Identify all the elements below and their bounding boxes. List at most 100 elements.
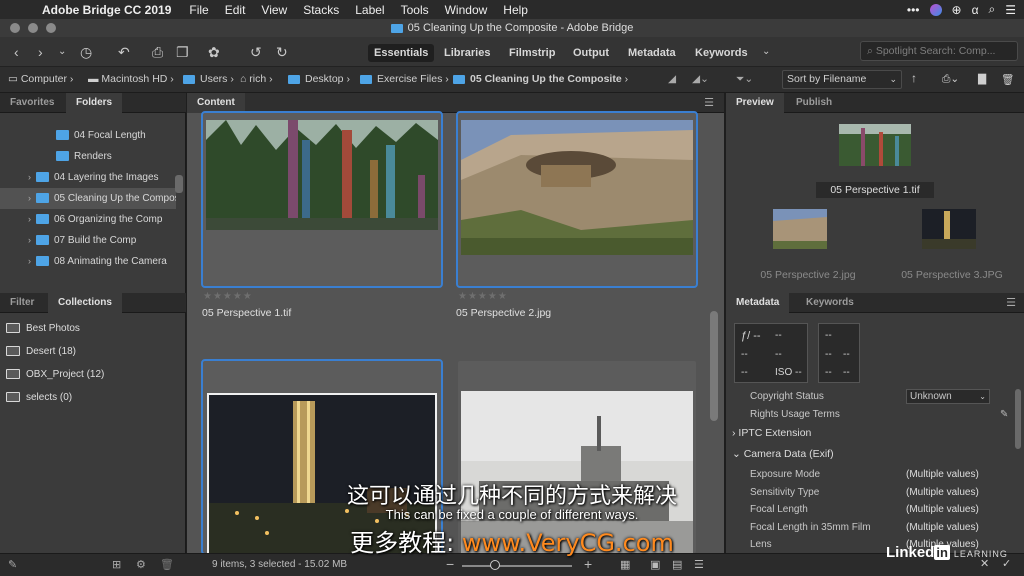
adobe-cc-icon[interactable]: α	[972, 3, 979, 17]
disclosure-triangle-icon[interactable]: ›	[28, 230, 38, 251]
search-input[interactable]: ⌕ Spotlight Search: Comp...	[860, 41, 1018, 61]
quality-icon[interactable]: ◢	[668, 73, 676, 85]
content-scrollbar[interactable]	[710, 311, 718, 421]
pencil-icon[interactable]: ✎	[1000, 406, 1008, 423]
more-icon[interactable]: •••	[907, 3, 920, 17]
section-camera-data[interactable]: ⌄ Camera Data (Exif)	[732, 445, 834, 463]
folder-item[interactable]: › 04 Layering the Images	[0, 167, 176, 188]
tab-filmstrip[interactable]: Filmstrip	[503, 44, 561, 62]
siri-icon[interactable]	[929, 3, 942, 16]
crumb-computer[interactable]: ▭ Computer ›	[8, 73, 73, 85]
tab-publish[interactable]: Publish	[786, 93, 842, 113]
tab-favorites[interactable]: Favorites	[0, 93, 64, 113]
tab-filter[interactable]: Filter	[0, 293, 44, 313]
tab-preview[interactable]: Preview	[726, 93, 784, 113]
tab-content[interactable]: Content	[187, 93, 245, 113]
crumb-users[interactable]: Users ›	[183, 73, 234, 85]
trash-icon[interactable]: 🗑	[160, 558, 174, 571]
disclosure-triangle-icon[interactable]: ›	[28, 167, 38, 188]
tab-metadata[interactable]: Metadata	[622, 44, 682, 62]
app-menu[interactable]: Adobe Bridge CC 2019	[42, 3, 171, 17]
copyright-status-select[interactable]: Unknown ⌄	[906, 389, 990, 404]
pencil-icon[interactable]: ✎	[8, 558, 17, 571]
sort-select[interactable]: Sort by Filename ⌄	[782, 70, 902, 89]
disclosure-triangle-icon[interactable]: ›	[28, 251, 38, 272]
tab-output[interactable]: Output	[567, 44, 615, 62]
preview-thumb-2[interactable]	[773, 209, 827, 249]
refine-icon[interactable]: ❐	[176, 44, 189, 60]
zoom-out-icon[interactable]: −	[446, 556, 454, 572]
new-smart-collection-icon[interactable]: ⚙	[136, 558, 146, 571]
panel-menu-icon[interactable]: ☰	[1006, 296, 1016, 309]
disclosure-triangle-icon[interactable]: ›	[28, 209, 38, 230]
metadata-scrollbar[interactable]	[1015, 389, 1021, 449]
zoom-window-button[interactable]	[46, 23, 56, 33]
sort-direction-icon[interactable]: ↑	[911, 71, 917, 85]
menu-label[interactable]: Label	[355, 3, 384, 17]
new-collection-icon[interactable]: ⊞	[112, 558, 121, 571]
trash-icon[interactable]: 🗑	[1001, 73, 1014, 86]
folder-item[interactable]: › 05 Cleaning Up the Composite	[0, 188, 176, 209]
menu-view[interactable]: View	[261, 3, 287, 17]
folder-item[interactable]: › 06 Organizing the Comp	[0, 209, 176, 230]
slider-handle[interactable]	[490, 560, 500, 570]
back-icon[interactable]: ‹	[14, 44, 19, 60]
list-menu-icon[interactable]: ☰	[1005, 3, 1016, 17]
filter-icon[interactable]: ⏷⌄	[736, 73, 753, 86]
menu-window[interactable]: Window	[445, 3, 488, 17]
creative-cloud-icon[interactable]: ✿	[208, 44, 220, 60]
new-folder-icon[interactable]: ▇	[978, 73, 986, 85]
boomerang-icon[interactable]: ↶	[118, 44, 130, 60]
crumb-current-folder[interactable]: 05 Cleaning Up the Composite ›	[453, 73, 628, 85]
crumb-desktop[interactable]: Desktop ›	[288, 73, 350, 85]
crumb-exercise-files[interactable]: Exercise Files ›	[360, 73, 449, 85]
preview-main-image[interactable]	[839, 124, 911, 166]
thumbnail-label[interactable]: 05 Perspective 1.tif	[202, 307, 291, 319]
chevron-down-icon[interactable]: ⌄	[58, 44, 66, 60]
folder-item[interactable]: 04 Focal Length	[0, 125, 176, 146]
view-details-icon[interactable]: ▤	[672, 558, 682, 571]
rotate-left-icon[interactable]: ↺	[250, 44, 262, 60]
menu-tools[interactable]: Tools	[401, 3, 429, 17]
tab-essentials[interactable]: Essentials	[368, 44, 435, 62]
collection-item[interactable]: Desert (18)	[0, 340, 186, 363]
tab-keywords[interactable]: Keywords	[689, 44, 754, 62]
panel-menu-icon[interactable]: ☰	[704, 96, 714, 109]
search-icon[interactable]: ⌕	[989, 2, 996, 17]
lock-grid-icon[interactable]: ▦	[620, 558, 630, 571]
folder-item[interactable]: › 07 Build the Comp	[0, 230, 176, 251]
crumb-macintosh-hd[interactable]: ▬ Macintosh HD ›	[88, 73, 174, 85]
tab-libraries[interactable]: Libraries	[438, 44, 496, 62]
menu-stacks[interactable]: Stacks	[303, 3, 339, 17]
forward-icon[interactable]: ›	[38, 44, 43, 60]
collection-item[interactable]: OBX_Project (12)	[0, 363, 186, 386]
folder-item[interactable]: › 08 Animating the Camera	[0, 251, 176, 272]
section-iptc-extension[interactable]: › IPTC Extension	[732, 424, 811, 442]
disclosure-triangle-icon[interactable]: ›	[28, 188, 38, 209]
crumb-rich[interactable]: ⌂ rich ›	[240, 73, 273, 85]
rating-stars[interactable]: ★★★★★	[203, 291, 253, 302]
preview-thumb-3[interactable]	[922, 209, 976, 249]
close-window-button[interactable]	[10, 23, 20, 33]
view-list-icon[interactable]: ☰	[694, 558, 704, 571]
thumbnail-size-slider[interactable]	[462, 565, 572, 567]
collection-item[interactable]: selects (0)	[0, 386, 186, 409]
rating-stars[interactable]: ★★★★★	[458, 291, 508, 302]
menu-file[interactable]: File	[189, 3, 208, 17]
rotate-right-icon[interactable]: ↻	[276, 44, 288, 60]
menu-edit[interactable]: Edit	[225, 3, 246, 17]
tab-keywords-panel[interactable]: Keywords	[796, 293, 864, 313]
recent-icon[interactable]: ◷	[80, 44, 92, 60]
minimize-window-button[interactable]	[28, 23, 38, 33]
workspace-more-icon[interactable]: ⌄	[762, 44, 770, 60]
camera-download-icon[interactable]: ⎙	[152, 44, 163, 60]
open-recent-icon[interactable]: ⎙⌄	[942, 73, 959, 86]
tab-folders[interactable]: Folders	[66, 93, 123, 113]
thumbnail-label[interactable]: 05 Perspective 2.jpg	[456, 307, 551, 319]
collection-item[interactable]: Best Photos	[0, 317, 186, 340]
tab-collections[interactable]: Collections	[48, 293, 122, 313]
zoom-in-icon[interactable]: +	[584, 556, 592, 572]
folder-scrollbar[interactable]	[175, 175, 183, 193]
rating-filter-icon[interactable]: ◢⌄	[692, 73, 709, 85]
folder-item[interactable]: Renders	[0, 146, 176, 167]
